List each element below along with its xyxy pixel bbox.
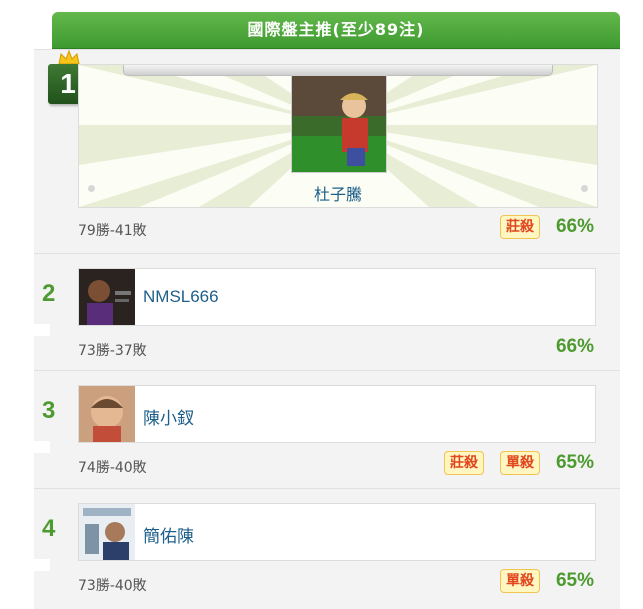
rank-number: 2 bbox=[42, 280, 56, 307]
rank-row-4[interactable]: 4 簡佑陳 73勝-40敗 單殺 65% bbox=[32, 488, 620, 609]
badge-dansha: 單殺 bbox=[500, 569, 540, 593]
win-percent: 65% bbox=[555, 570, 594, 591]
user-name[interactable]: 杜子騰 bbox=[79, 181, 597, 205]
user-name[interactable]: 陳小釵 bbox=[143, 404, 194, 429]
avatar[interactable] bbox=[79, 269, 135, 325]
avatar[interactable] bbox=[79, 504, 135, 560]
badge-zhuangsha: 莊殺 bbox=[500, 215, 540, 239]
avatar[interactable] bbox=[291, 75, 387, 173]
rank-row-3[interactable]: 3 陳小釵 74勝-40敗 莊殺 單殺 65% bbox=[32, 370, 620, 489]
win-percent: 66% bbox=[555, 216, 594, 237]
user-name[interactable]: 簡佑陳 bbox=[143, 522, 194, 547]
win-loss-record: 73勝-37敗 bbox=[78, 343, 147, 359]
badge-dansha: 單殺 bbox=[500, 451, 540, 475]
win-loss-record: 79勝-41敗 bbox=[78, 223, 147, 239]
ranking-title: 國際盤主推(至少89注) bbox=[247, 20, 425, 39]
rank-number: 3 bbox=[42, 397, 56, 424]
win-percent: 66% bbox=[555, 336, 594, 357]
win-loss-record: 73勝-40敗 bbox=[78, 578, 147, 594]
user-card[interactable]: NMSL666 bbox=[78, 268, 596, 326]
win-percent: 65% bbox=[555, 452, 594, 473]
badge-zhuangsha: 莊殺 bbox=[444, 451, 484, 475]
featured-card[interactable]: 杜子騰 bbox=[78, 64, 598, 208]
user-card[interactable]: 簡佑陳 bbox=[78, 503, 596, 561]
rank-row-1[interactable]: 1 杜子騰 79勝-41敗 莊殺 66% bbox=[34, 49, 620, 254]
rank-number: 4 bbox=[42, 515, 56, 542]
user-card[interactable]: 陳小釵 bbox=[78, 385, 596, 443]
avatar[interactable] bbox=[79, 386, 135, 442]
win-loss-record: 74勝-40敗 bbox=[78, 460, 147, 476]
ranking-header: 國際盤主推(至少89注) bbox=[52, 12, 620, 49]
rank-row-2[interactable]: 2 NMSL666 73勝-37敗 66% bbox=[32, 253, 620, 371]
user-name[interactable]: NMSL666 bbox=[143, 287, 219, 307]
